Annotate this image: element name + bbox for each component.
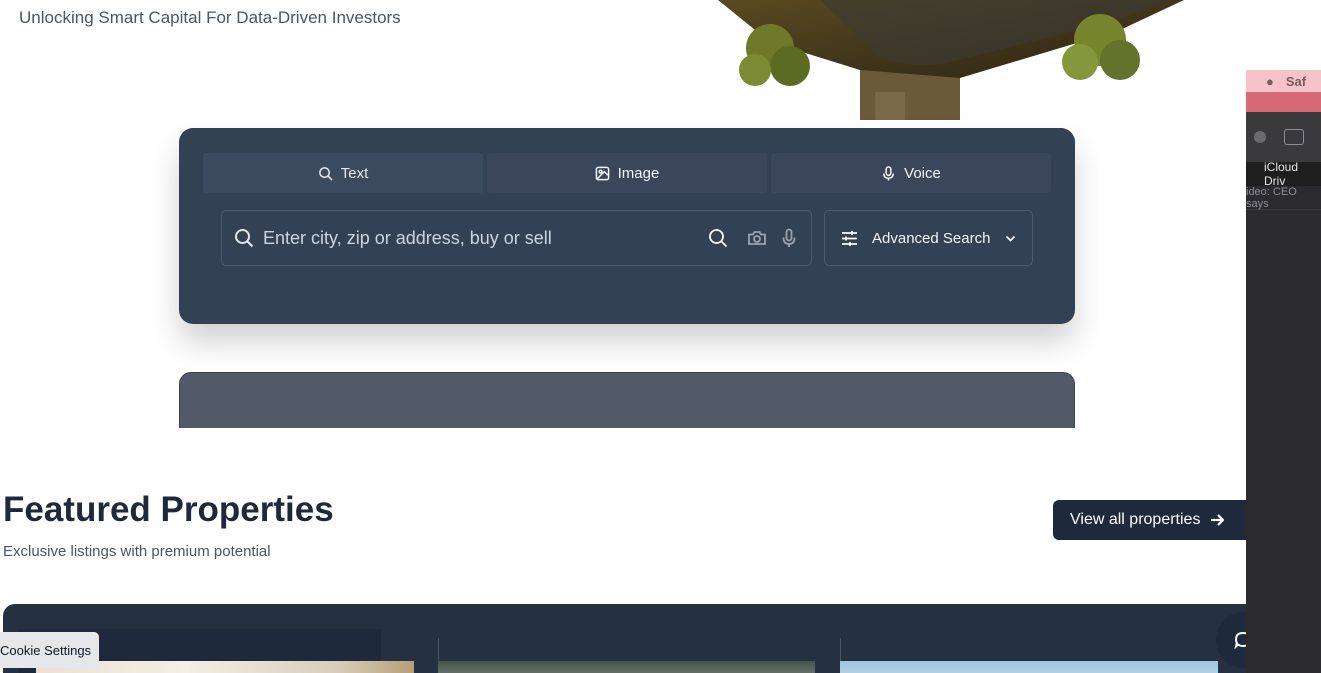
tab-voice[interactable]: Voice xyxy=(771,153,1051,193)
search-icon xyxy=(318,166,333,181)
sliders-icon xyxy=(842,230,857,246)
property-image[interactable] xyxy=(840,661,1218,673)
tagline: Unlocking Smart Capital For Data-Driven … xyxy=(19,8,401,27)
side-red-strip xyxy=(1246,92,1321,112)
side-toolbar xyxy=(1246,112,1321,162)
microphone-icon xyxy=(883,165,895,181)
secondary-panel xyxy=(179,372,1075,428)
side-tab[interactable]: iCloud Driv xyxy=(1246,160,1321,188)
tab-image-label: Image xyxy=(617,164,660,182)
side-app-menu[interactable]: Saf xyxy=(1286,74,1306,89)
search-input[interactable] xyxy=(263,211,708,265)
camera-icon[interactable] xyxy=(747,228,767,248)
tab-text-label: Text xyxy=(340,164,369,182)
tab-image[interactable]: Image xyxy=(487,153,767,193)
view-all-properties-button[interactable]: View all properties xyxy=(1053,500,1253,540)
side-menubar: ● Saf xyxy=(1246,70,1321,92)
property-image[interactable] xyxy=(438,661,815,673)
property-cards-carousel xyxy=(3,604,1263,673)
search-mode-tabs: Text Image Voice xyxy=(203,153,1051,193)
arrow-right-icon xyxy=(1211,514,1225,526)
sidebar-toggle-icon[interactable] xyxy=(1284,129,1304,145)
chevron-down-icon xyxy=(1006,235,1016,242)
tab-text[interactable]: Text xyxy=(203,153,483,193)
search-icon xyxy=(235,229,254,248)
side-window: ● Saf iCloud Driv ideo: CEO says xyxy=(1246,70,1321,673)
view-all-label: View all properties xyxy=(1070,511,1201,528)
hero-house-image xyxy=(718,0,1184,120)
search-box xyxy=(221,210,812,266)
advanced-search-label: Advanced Search xyxy=(872,229,991,247)
side-video-item[interactable]: ideo: CEO says xyxy=(1246,186,1321,210)
side-video-label: ideo: CEO says xyxy=(1246,185,1297,210)
featured-subtitle: Exclusive listings with premium potentia… xyxy=(3,543,271,560)
search-panel: Text Image Voice Advanced Search xyxy=(179,128,1075,324)
image-icon xyxy=(595,166,609,180)
advanced-search-button[interactable]: Advanced Search xyxy=(824,210,1033,266)
tab-voice-label: Voice xyxy=(904,164,941,182)
window-control-dot[interactable] xyxy=(1254,131,1266,143)
featured-title: Featured Properties xyxy=(3,490,334,529)
side-tab-label: iCloud Driv xyxy=(1264,160,1299,188)
apple-icon: ● xyxy=(1266,73,1274,89)
search-submit-icon[interactable] xyxy=(708,228,728,248)
microphone-icon[interactable] xyxy=(779,228,799,248)
cookie-settings-button[interactable]: Cookie Settings xyxy=(0,632,99,668)
